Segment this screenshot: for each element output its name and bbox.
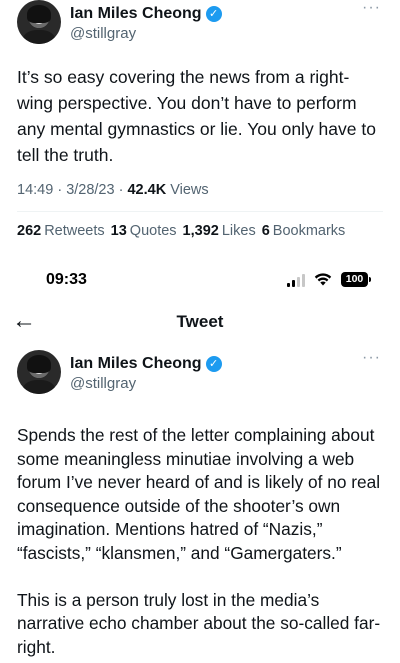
retweets-stat[interactable]: 262 Retweets (17, 223, 105, 239)
wifi-icon (314, 273, 332, 286)
status-bar: 09:33 100 (0, 265, 400, 295)
tweet2-text: Spends the rest of the letter complainin… (17, 424, 383, 659)
author-handle[interactable]: @stillgray (70, 374, 222, 394)
tweet1-meta: 14:49 · 3/28/23 · 42.4K Views (17, 182, 209, 198)
battery-icon: 100 (341, 272, 371, 287)
author-name[interactable]: Ian Miles Cheong (70, 4, 202, 24)
more-options-icon[interactable]: ··· (362, 350, 381, 366)
author-info: Ian Miles Cheong ✓ @stillgray (70, 354, 222, 394)
tweet1-text: It’s so easy covering the news from a ri… (17, 67, 376, 165)
author-name-row[interactable]: Ian Miles Cheong ✓ (70, 354, 222, 374)
tweet2-author: Ian Miles Cheong ✓ @stillgray ··· (17, 350, 383, 398)
author-name-row[interactable]: Ian Miles Cheong ✓ (70, 4, 222, 24)
tweet-time[interactable]: 14:49 (17, 182, 53, 198)
verified-badge-icon: ✓ (205, 356, 222, 372)
tweet-paragraph: Spends the rest of the letter complainin… (17, 425, 381, 563)
page-title: Tweet (176, 312, 224, 331)
more-options-icon[interactable]: ··· (362, 0, 381, 16)
author-name[interactable]: Ian Miles Cheong (70, 354, 202, 374)
likes-stat[interactable]: 1,392 Likes (183, 223, 256, 239)
navbar: ← Tweet (0, 305, 400, 337)
meta-separator: · (57, 182, 67, 198)
author-handle[interactable]: @stillgray (70, 24, 222, 44)
avatar[interactable] (17, 0, 61, 44)
bookmarks-stat[interactable]: 6 Bookmarks (262, 223, 346, 239)
status-time: 09:33 (46, 271, 87, 288)
signal-icon (287, 273, 307, 287)
quotes-stat[interactable]: 13 Quotes (111, 223, 177, 239)
views-label: Views (170, 182, 209, 198)
author-info: Ian Miles Cheong ✓ @stillgray (70, 4, 222, 44)
tweet-date[interactable]: 3/28/23 (66, 182, 114, 198)
verified-badge-icon: ✓ (205, 6, 222, 22)
divider (17, 211, 383, 212)
tweet1-author: Ian Miles Cheong ✓ @stillgray ··· (17, 0, 383, 48)
avatar[interactable] (17, 350, 61, 394)
tweet-paragraph: This is a person truly lost in the media… (17, 589, 381, 657)
tweet1-stats: 262 Retweets 13 Quotes 1,392 Likes 6 Bookmar… (17, 223, 345, 239)
views-count[interactable]: 42.4K (127, 182, 166, 198)
